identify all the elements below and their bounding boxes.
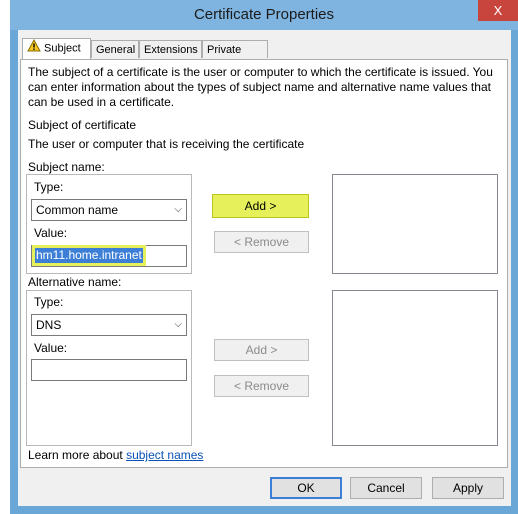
subject-values-list[interactable] — [332, 174, 498, 274]
intro-line-1: The subject of a certificate is the user… — [28, 65, 493, 79]
alternative-name-label: Alternative name: — [28, 275, 122, 289]
subject-names-link[interactable]: subject names — [126, 448, 203, 462]
warning-icon — [27, 38, 41, 58]
subject-value-input[interactable]: hm11.home.intranet — [31, 245, 187, 267]
cancel-button[interactable]: Cancel — [350, 477, 422, 499]
tab-private-key[interactable]: Private Key — [202, 40, 268, 74]
learn-more-prefix: Learn more about — [28, 448, 127, 462]
alt-type-combo[interactable]: DNS ⌵ — [31, 314, 187, 336]
tab-label: Subject — [44, 42, 81, 55]
tab-subject[interactable]: Subject — [22, 38, 91, 60]
apply-button[interactable]: Apply — [432, 477, 504, 499]
alt-values-list[interactable] — [332, 290, 498, 446]
alt-value-input[interactable] — [31, 359, 187, 381]
subject-of-certificate-heading: Subject of certificate — [28, 118, 137, 132]
chevron-down-icon: ⌵ — [174, 204, 182, 215]
intro-line-3: can be used in a certificate. — [28, 95, 175, 109]
alt-type-value: DNS — [36, 318, 62, 332]
window-title: Certificate Properties — [193, 6, 335, 23]
subject-type-combo[interactable]: Common name ⌵ — [31, 199, 187, 221]
tab-general[interactable]: General — [91, 40, 139, 58]
background-window-edge — [0, 0, 10, 514]
alt-value-label: Value: — [34, 341, 68, 355]
subject-type-label: Type: — [34, 180, 64, 194]
dialog-window: Certificate Properties X Subject General… — [0, 0, 518, 514]
remove-alt-button[interactable]: < Remove — [214, 375, 309, 397]
subject-of-certificate-desc: The user or computer that is receiving t… — [28, 137, 305, 151]
tab-label: General — [96, 44, 136, 56]
chevron-down-icon: ⌵ — [174, 319, 182, 330]
subject-value-text: hm11.home.intranet — [35, 248, 143, 263]
title-bar[interactable]: Certificate Properties — [10, 0, 518, 30]
intro-line-2: can enter information about the types of… — [28, 80, 491, 94]
subject-name-label: Subject name: — [28, 160, 105, 174]
subject-value-label: Value: — [34, 226, 68, 240]
subject-type-value: Common name — [36, 203, 119, 217]
add-alt-button[interactable]: Add > — [214, 339, 309, 361]
remove-subject-button[interactable]: < Remove — [214, 231, 309, 253]
ok-button[interactable]: OK — [270, 477, 342, 499]
learn-more-text: Learn more about subject names — [28, 448, 203, 463]
alt-type-label: Type: — [34, 295, 64, 309]
tab-label: Extensions — [144, 44, 198, 56]
tab-extensions[interactable]: Extensions — [139, 40, 202, 58]
add-subject-button[interactable]: Add > — [212, 194, 309, 218]
close-button[interactable]: X — [478, 0, 518, 21]
